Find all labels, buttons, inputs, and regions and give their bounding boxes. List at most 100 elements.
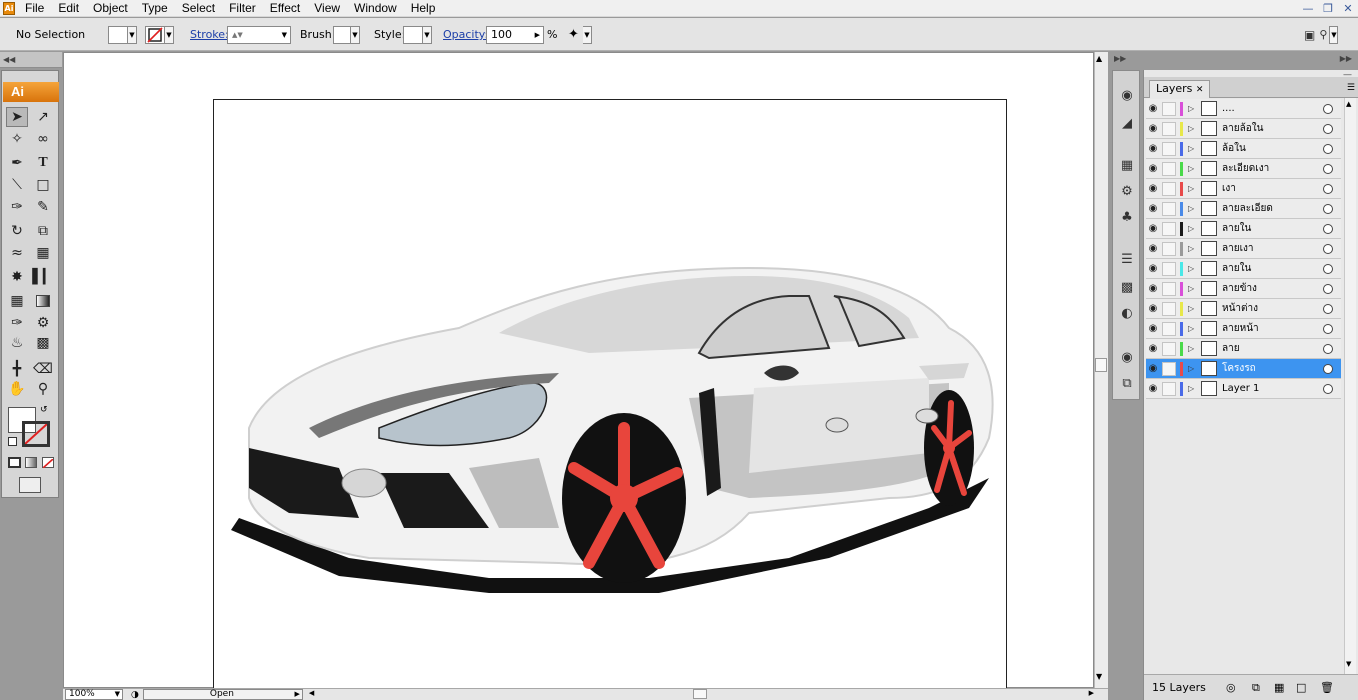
layer-row[interactable]: ◉ ▷ ลายเงา — [1146, 239, 1341, 259]
lock-toggle[interactable] — [1162, 181, 1176, 196]
scroll-down-icon[interactable]: ▼ — [1346, 660, 1351, 668]
swatches-panel-icon[interactable]: ▦ — [1117, 155, 1137, 175]
symbols-panel-icon[interactable]: ♣ — [1117, 207, 1137, 227]
expand-triangle-icon[interactable]: ▷ — [1188, 164, 1198, 173]
lock-toggle[interactable] — [1162, 321, 1176, 336]
layer-name[interactable]: .... — [1222, 103, 1323, 114]
opacity-link[interactable]: Opacity: — [443, 28, 488, 41]
default-colors-icon[interactable] — [8, 437, 17, 446]
eyedropper-tool[interactable]: ✑ — [6, 313, 28, 333]
layer-row[interactable]: ◉ ▷ ลายละเอียด — [1146, 199, 1341, 219]
stroke-color-control[interactable]: ▼ — [145, 18, 174, 51]
lock-toggle[interactable] — [1162, 361, 1176, 376]
scroll-down-icon[interactable]: ▼ — [1096, 672, 1102, 681]
tab-layers[interactable]: Layers ✕ — [1149, 80, 1211, 98]
lock-toggle[interactable] — [1162, 141, 1176, 156]
visibility-eye-icon[interactable]: ◉ — [1146, 183, 1160, 195]
layer-target-icon[interactable] — [1323, 283, 1333, 294]
layer-row[interactable]: ◉ ▷.... — [1146, 99, 1341, 119]
menu-window[interactable]: Window — [347, 0, 404, 17]
close-icon[interactable]: ✕ — [1338, 0, 1358, 17]
restore-icon[interactable]: ❐ — [1318, 0, 1338, 17]
expand-triangle-icon[interactable]: ▷ — [1188, 184, 1198, 193]
screen-mode-icon[interactable] — [19, 477, 41, 493]
scroll-left-icon[interactable]: ◀ — [309, 689, 314, 697]
layer-name[interactable]: Layer 1 — [1222, 383, 1323, 394]
car-illustration[interactable] — [229, 258, 1009, 618]
scroll-up-icon[interactable]: ▲ — [1096, 54, 1102, 63]
layer-row[interactable]: ◉ ▷ หน้าต่าง — [1146, 299, 1341, 319]
expand-triangle-icon[interactable]: ▷ — [1188, 224, 1198, 233]
stroke-weight-input[interactable]: ▲▼ ▼ — [227, 25, 291, 44]
h-scrollbar-thumb[interactable] — [692, 689, 707, 699]
expand-triangle-icon[interactable]: ▷ — [1188, 204, 1198, 213]
visibility-eye-icon[interactable]: ◉ — [1146, 363, 1160, 375]
illustrator-app-icon[interactable]: Ai — [0, 0, 18, 17]
visibility-eye-icon[interactable]: ◉ — [1146, 263, 1160, 275]
delete-layer-icon[interactable]: 🗑 — [1320, 681, 1334, 694]
layer-target-icon[interactable] — [1323, 203, 1333, 214]
layer-name[interactable]: โครงรถ — [1222, 361, 1323, 376]
layer-target-icon[interactable] — [1323, 303, 1333, 314]
menu-file[interactable]: File — [18, 0, 51, 17]
expand-triangle-icon[interactable]: ▷ — [1188, 144, 1198, 153]
stroke-link[interactable]: Stroke: — [190, 28, 229, 41]
gradient-mode-icon[interactable] — [25, 457, 37, 468]
chevron-down-icon[interactable]: ▼ — [423, 25, 432, 44]
brush-control[interactable]: ▼ — [333, 18, 360, 51]
visibility-eye-icon[interactable]: ◉ — [1146, 343, 1160, 355]
expand-triangle-icon[interactable]: ▷ — [1188, 304, 1198, 313]
rectangle-tool[interactable]: □ — [32, 175, 54, 195]
expand-triangle-icon[interactable]: ▷ — [1188, 324, 1198, 333]
vertical-scrollbar[interactable]: ▲ ▼ — [1094, 52, 1108, 688]
menu-filter[interactable]: Filter — [222, 0, 263, 17]
chevron-right-icon[interactable]: ▶ — [294, 690, 299, 699]
lock-toggle[interactable] — [1162, 381, 1176, 396]
layer-name[interactable]: ลายใน — [1222, 221, 1323, 236]
layer-row[interactable]: ◉ ▷ ลายหน้า — [1146, 319, 1341, 339]
recolor-artwork-control[interactable]: ✦ ▼ — [568, 18, 592, 51]
dock-collapse-icon[interactable]: ▶▶ — [1114, 54, 1126, 63]
lock-toggle[interactable] — [1162, 101, 1176, 116]
recolor-icon[interactable]: ✦ — [568, 27, 579, 42]
chevron-down-icon[interactable]: ▼ — [282, 31, 287, 39]
style-swatch[interactable] — [403, 25, 423, 44]
minimize-icon[interactable]: — — [1298, 0, 1318, 17]
opacity-field[interactable]: 100 ▶ — [486, 18, 544, 51]
rotate-tool[interactable]: ↻ — [6, 221, 28, 241]
type-tool[interactable]: T — [32, 153, 54, 173]
menu-effect[interactable]: Effect — [263, 0, 307, 17]
layer-target-icon[interactable] — [1323, 383, 1333, 394]
bridge-icon[interactable]: ▣ — [1304, 28, 1315, 42]
paintbrush-tool[interactable]: ✑ — [6, 197, 28, 217]
visibility-eye-icon[interactable]: ◉ — [1146, 223, 1160, 235]
layer-name[interactable]: หน้าต่าง — [1222, 301, 1323, 316]
layer-row[interactable]: ◉ ▷ เงา — [1146, 179, 1341, 199]
new-sublayer-icon[interactable]: ▦ — [1274, 681, 1284, 694]
layer-target-icon[interactable] — [1323, 263, 1333, 274]
lock-toggle[interactable] — [1162, 241, 1176, 256]
scale-tool[interactable]: ⧉ — [32, 221, 54, 241]
layer-row[interactable]: ◉ ▷ ลายข้าง — [1146, 279, 1341, 299]
lock-toggle[interactable] — [1162, 261, 1176, 276]
opacity-value[interactable]: 100 — [491, 28, 512, 41]
blend-tool[interactable]: ⚙ — [32, 313, 54, 333]
live-paint-selection-tool[interactable]: ▩ — [32, 333, 54, 353]
lock-toggle[interactable] — [1162, 161, 1176, 176]
layer-target-icon[interactable] — [1323, 363, 1333, 374]
panel-menu-icon[interactable]: ☰ — [1347, 83, 1355, 93]
chevron-down-icon[interactable]: ▼ — [351, 25, 360, 44]
layer-name[interactable]: เงา — [1222, 181, 1323, 196]
layer-target-icon[interactable] — [1323, 123, 1333, 134]
pen-tool[interactable]: ✒ — [6, 153, 28, 173]
layer-target-icon[interactable] — [1323, 183, 1333, 194]
chevron-down-icon[interactable]: ▼ — [128, 25, 137, 44]
menu-view[interactable]: View — [307, 0, 347, 17]
chevron-right-icon[interactable]: ▶ — [535, 31, 540, 39]
symbol-sprayer-tool[interactable]: ✸ — [6, 267, 28, 287]
scroll-up-icon[interactable]: ▲ — [1346, 100, 1351, 108]
visibility-eye-icon[interactable]: ◉ — [1146, 123, 1160, 135]
pencil-tool[interactable]: ✎ — [32, 197, 54, 217]
color-panel-icon[interactable]: ◉ — [1117, 85, 1137, 105]
status-menu[interactable]: Open ▶ — [142, 689, 303, 700]
